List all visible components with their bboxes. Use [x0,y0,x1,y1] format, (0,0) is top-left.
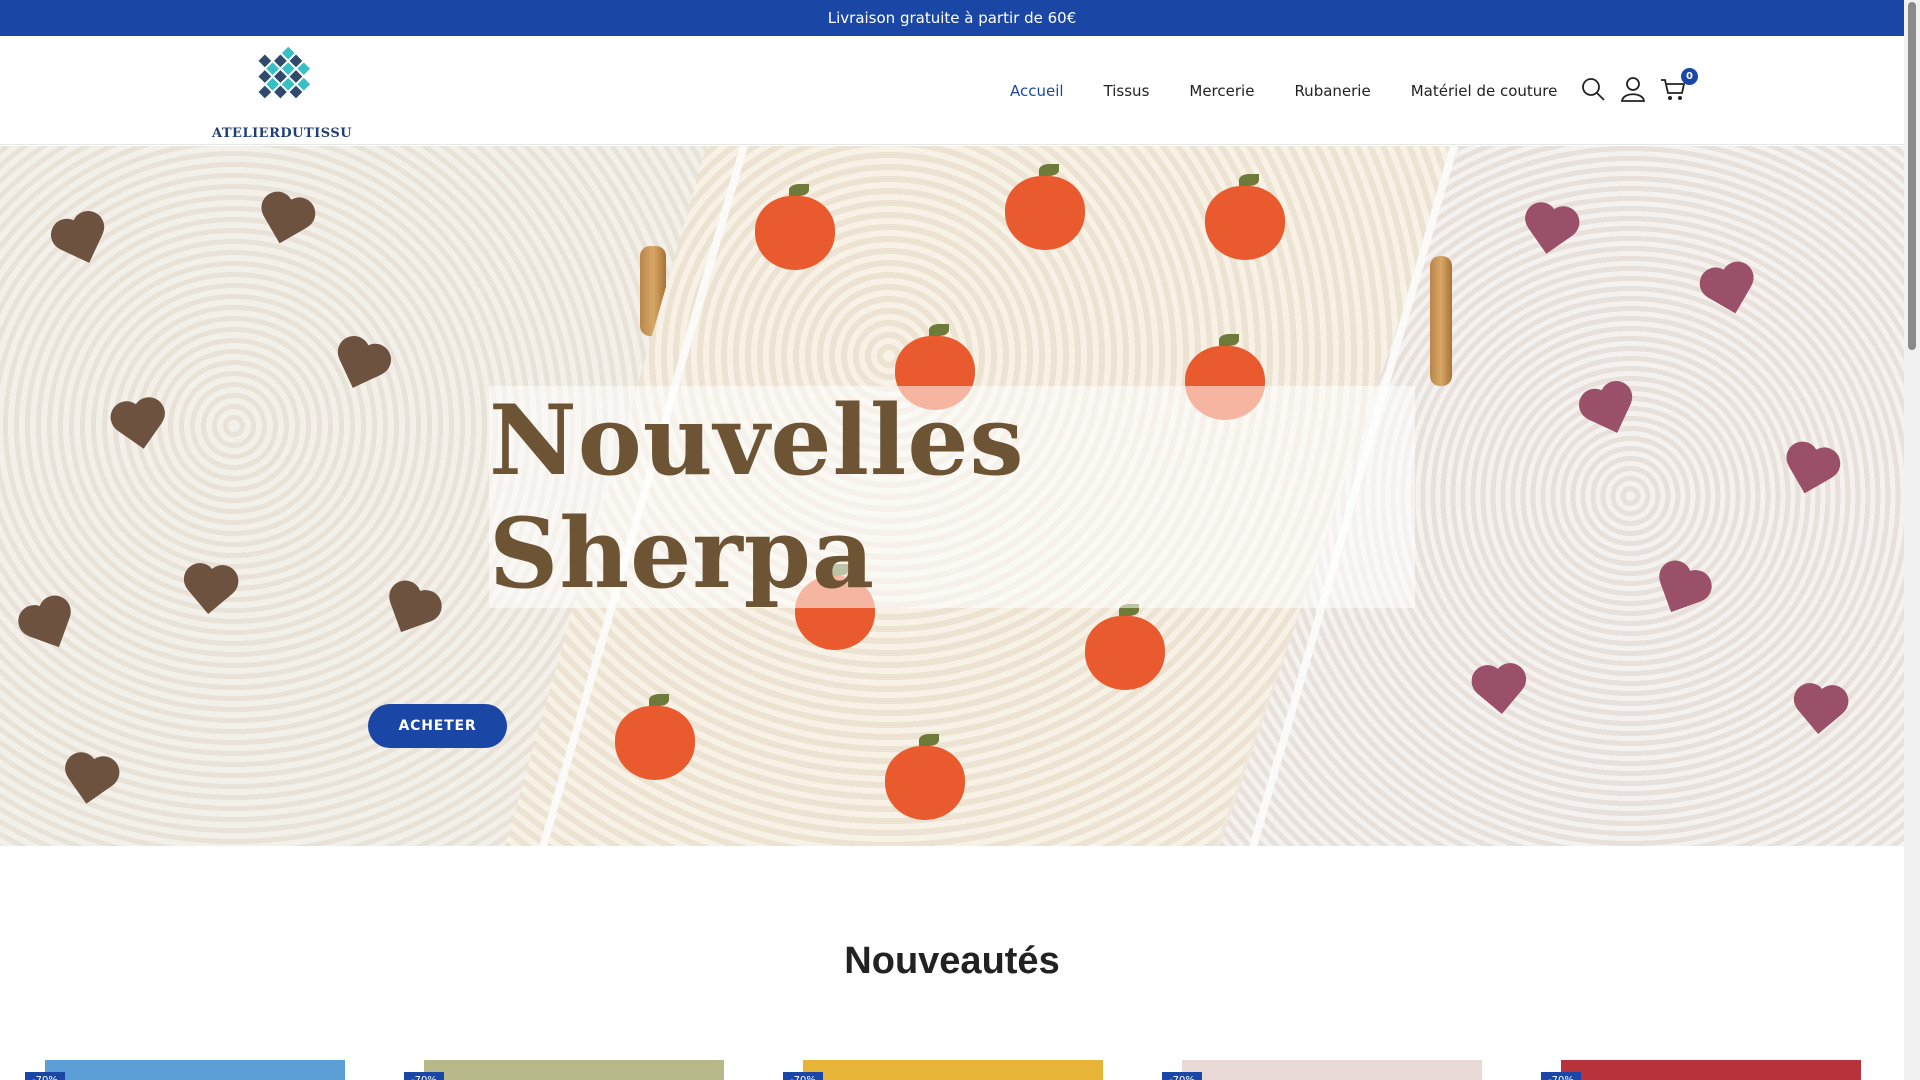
header-actions: 0 [1580,68,1698,102]
nav-item-tissus[interactable]: Tissus [1104,82,1150,100]
announcement-text: Livraison gratuite à partir de 60€ [827,9,1077,27]
hero-banner: Nouvelles Sherpa ACHETER [0,146,1904,846]
product-card[interactable]: -70% [404,1060,724,1080]
hero-title-band: Nouvelles Sherpa [489,384,1415,610]
discount-badge: -70% [1162,1072,1202,1080]
scrollbar-thumb[interactable] [1908,2,1916,350]
nav-item-accueil[interactable]: Accueil [1010,82,1064,100]
logo-mark-icon [258,46,311,99]
discount-badge: -70% [783,1072,823,1080]
product-image[interactable] [424,1060,724,1080]
product-image[interactable] [803,1060,1103,1080]
product-card[interactable]: -70% [25,1060,345,1080]
cart-count-badge: 0 [1681,68,1698,85]
search-icon[interactable] [1580,76,1606,102]
product-card[interactable]: -70% [783,1060,1103,1080]
site-header: ATELIERDUTISSU Accueil Tissus Mercerie R… [0,36,1904,145]
logo-text: ATELIERDUTISSU [212,126,353,141]
nav-item-rubanerie[interactable]: Rubanerie [1294,82,1370,100]
hero-title: Nouvelles Sherpa [489,384,1025,610]
discount-badge: -70% [25,1072,65,1080]
page-scrollbar[interactable] [1904,0,1920,1080]
nav-item-materiel-de-couture[interactable]: Matériel de couture [1411,82,1558,100]
discount-badge: -70% [1541,1072,1581,1080]
product-image[interactable] [45,1060,345,1080]
product-image[interactable] [1182,1060,1482,1080]
product-card[interactable]: -70% [1541,1060,1861,1080]
product-image[interactable] [1561,1060,1861,1080]
cart-icon[interactable]: 0 [1660,68,1698,102]
discount-badge: -70% [404,1072,444,1080]
user-icon[interactable] [1620,76,1646,102]
nav-item-mercerie[interactable]: Mercerie [1189,82,1254,100]
product-row: -70% -70% -70% -70% -70% [0,1058,1904,1080]
logo[interactable]: ATELIERDUTISSU [212,42,353,142]
section-title-new-arrivals: Nouveautés [844,940,1060,982]
shop-now-button[interactable]: ACHETER [368,704,507,748]
main-nav: Accueil Tissus Mercerie Rubanerie Matéri… [1010,36,1557,145]
announcement-bar: Livraison gratuite à partir de 60€ [0,0,1904,36]
product-card[interactable]: -70% [1162,1060,1482,1080]
